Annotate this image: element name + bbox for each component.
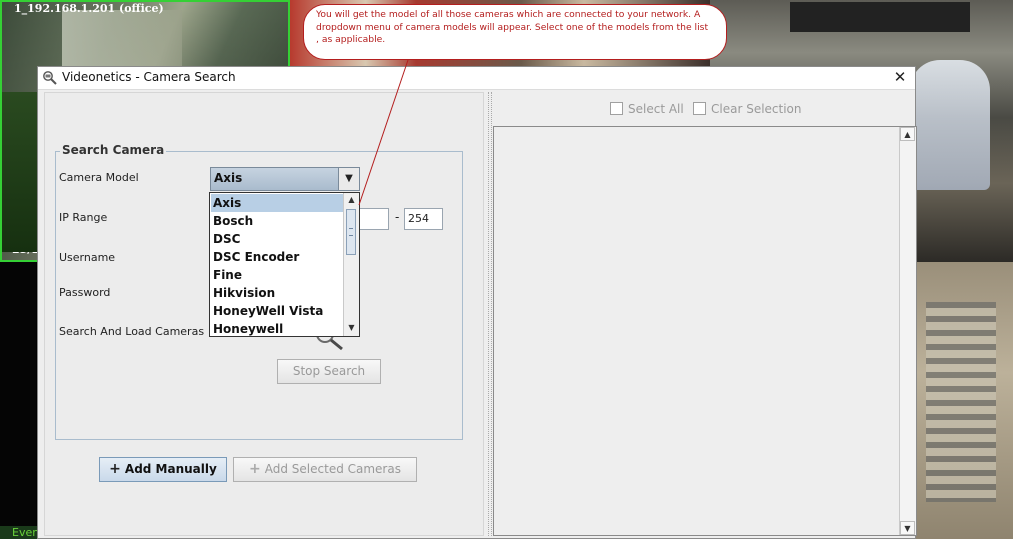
add-manually-button[interactable]: + Add Manually [99,457,227,482]
dropdown-option-honeywell-vista[interactable]: HoneyWell Vista [211,302,343,320]
camera-search-dialog: Videonetics - Camera Search ✕ Search Cam… [37,66,917,539]
scroll-down-icon[interactable]: ▼ [344,321,359,335]
add-manually-label: Add Manually [124,462,217,476]
select-all-label: Select All [628,102,684,116]
camera-model-select[interactable]: Axis ▼ [210,167,360,191]
ip-range-end-input[interactable]: 254 [404,208,443,230]
search-and-load-label: Search And Load Cameras [59,325,205,338]
add-selected-cameras-button[interactable]: + Add Selected Cameras [233,457,417,482]
camera-model-dropdown-list[interactable]: Axis Bosch DSC DSC Encoder Fine Hikvisio… [209,192,360,337]
annotation-text: You will get the model of all those came… [316,9,709,45]
scroll-up-icon[interactable]: ▲ [344,193,359,207]
dropdown-option-dsc[interactable]: DSC [211,230,343,248]
camera-results-pane: Select All Clear Selection ▲ ▼ [493,92,917,536]
dropdown-option-fine[interactable]: Fine [211,266,343,284]
dropdown-scrollbar[interactable]: ▲ ▼ [343,193,359,336]
group-title: Search Camera [60,143,167,157]
dropdown-option-honeywell[interactable]: Honeywell [211,320,343,338]
annotation-callout: You will get the model of all those came… [303,4,727,60]
dialog-title: Videonetics - Camera Search [62,70,236,84]
plus-icon: + [249,461,261,477]
chevron-down-icon[interactable]: ▼ [338,168,359,190]
results-scrollbar[interactable]: ▲ ▼ [899,127,916,535]
plus-icon: + [109,461,121,477]
camera-feed-4[interactable] [0,262,36,539]
checkbox-box [693,102,706,115]
camera-results-list[interactable]: ▲ ▼ [493,126,917,536]
camera-caption: 1_192.168.1.201 (office) [14,2,164,15]
close-icon[interactable]: ✕ [891,68,909,86]
select-all-checkbox[interactable]: Select All [610,102,684,118]
clear-selection-checkbox[interactable]: Clear Selection [693,102,802,118]
dropdown-option-hikvision[interactable]: Hikvision [211,284,343,302]
dropdown-option-bosch[interactable]: Bosch [211,212,343,230]
dropdown-scroll-thumb[interactable] [346,209,356,255]
stop-search-button[interactable]: Stop Search [277,359,381,384]
ip-range-label: IP Range [59,211,108,224]
dropdown-option-dsc-encoder[interactable]: DSC Encoder [211,248,343,266]
clear-selection-label: Clear Selection [711,102,802,116]
add-selected-label: Add Selected Cameras [264,462,401,476]
ip-range-separator: - [395,210,400,224]
checkbox-box [610,102,623,115]
dialog-titlebar[interactable]: Videonetics - Camera Search ✕ [38,67,915,90]
password-label: Password [59,286,111,299]
scroll-down-icon[interactable]: ▼ [900,521,915,535]
scroll-up-icon[interactable]: ▲ [900,127,915,141]
camera-model-label: Camera Model [59,171,139,184]
camera-model-value: Axis [214,171,243,185]
camera-search-app-icon [43,71,57,85]
camera-feed-5[interactable] [916,262,1013,539]
username-label: Username [59,251,116,264]
pane-splitter[interactable] [488,92,492,536]
dropdown-option-axis[interactable]: Axis [211,194,343,212]
